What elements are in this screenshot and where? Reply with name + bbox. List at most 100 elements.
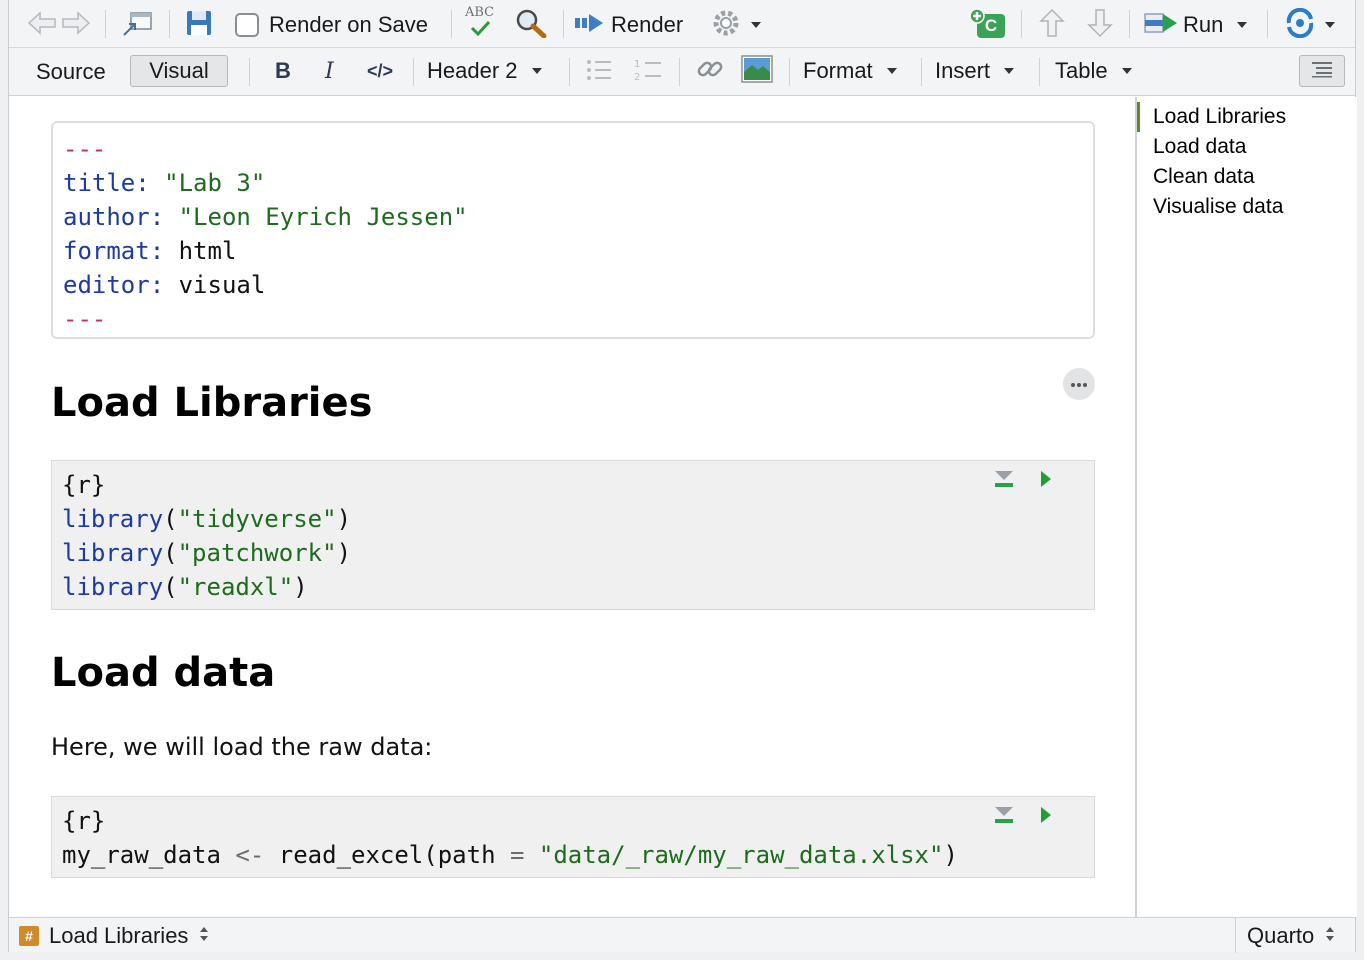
insert-chunk-icon: C [969, 8, 1007, 40]
popout-window-icon [121, 10, 153, 43]
render-button[interactable]: Render [573, 10, 683, 40]
code-line: library("tidyverse") [62, 505, 352, 533]
chevron-down-icon [1325, 22, 1335, 28]
code-line: library("patchwork") [62, 539, 352, 567]
run-previous-chunks-button[interactable] [993, 470, 1015, 492]
outline-item-load-libraries[interactable]: Load Libraries [1137, 102, 1357, 132]
numbered-list-icon: 12 [633, 57, 663, 88]
insert-link-button[interactable] [695, 56, 725, 86]
heading-select-value: Header 2 [427, 58, 518, 83]
chevron-down-icon [1004, 68, 1015, 74]
code-button[interactable]: </> [367, 56, 393, 86]
outline-toggle-button[interactable] [1299, 55, 1345, 87]
outline-item-visualise-data[interactable]: Visualise data [1137, 192, 1357, 222]
chevron-down-icon [1121, 68, 1132, 74]
run-chunk-button[interactable] [1039, 806, 1053, 828]
yaml-editor-line: editor: visual [63, 271, 266, 299]
more-dots-icon [1070, 375, 1088, 393]
forward-button[interactable] [61, 10, 91, 41]
section-navigator[interactable]: # Load Libraries [19, 923, 210, 948]
insert-chunk-button[interactable]: C [969, 8, 1007, 40]
spellcheck-button[interactable]: ABC [465, 6, 494, 42]
publish-button[interactable] [1283, 7, 1335, 43]
forward-arrow-icon [61, 10, 91, 41]
italic-button[interactable]: I [325, 56, 334, 86]
play-icon [1039, 805, 1053, 830]
insert-menu[interactable]: Insert [935, 56, 1015, 86]
main-toolbar: Render on Save ABC Render C Run [9, 0, 1355, 48]
run-label: Run [1183, 12, 1224, 37]
svg-text:1: 1 [634, 59, 640, 70]
heading-select[interactable]: Header 2 [427, 56, 542, 86]
run-chunk-button[interactable] [1039, 470, 1053, 492]
yaml-format-line: format: html [63, 237, 237, 265]
back-arrow-icon [27, 10, 57, 41]
render-label: Render [611, 12, 684, 37]
code-chunk[interactable]: {r} my_raw_data <- read_excel(path = "dat… [51, 796, 1095, 878]
render-on-save-label: Render on Save [269, 12, 428, 37]
spellcheck-icon: ABC [465, 6, 494, 36]
render-options-button[interactable] [711, 10, 761, 40]
yaml-title-line: title: "Lab 3" [63, 169, 266, 197]
updown-chevron-icon [1324, 925, 1336, 948]
source-mode-button[interactable]: Source [36, 58, 106, 86]
link-icon [695, 54, 725, 89]
current-section-label: Load Libraries [49, 923, 189, 948]
publish-icon [1283, 7, 1317, 43]
section-options-button[interactable] [1063, 368, 1095, 400]
visual-mode-button[interactable]: Visual [130, 55, 228, 87]
chevron-down-icon [531, 68, 542, 74]
arrow-down-icon [1087, 8, 1113, 43]
find-replace-button[interactable] [515, 8, 547, 43]
insert-image-button[interactable] [741, 54, 773, 88]
yaml-author-line: author: "Leon Eyrich Jessen" [63, 203, 468, 231]
paragraph[interactable]: Here, we will load the raw data: [51, 733, 432, 761]
heading-load-libraries[interactable]: Load Libraries [51, 380, 372, 426]
chunk-header: {r} [62, 807, 106, 835]
insert-menu-label: Insert [935, 58, 991, 83]
document-outline: Load Libraries Load data Clean data Visu… [1135, 97, 1357, 917]
save-disk-icon [185, 8, 213, 43]
play-icon [1039, 469, 1053, 494]
yaml-delimiter: --- [63, 135, 107, 163]
bullet-list-icon [585, 58, 613, 87]
chevron-down-icon [751, 22, 761, 28]
format-menu[interactable]: Format [803, 56, 897, 86]
updown-chevron-icon [198, 925, 210, 948]
table-menu[interactable]: Table [1055, 56, 1132, 86]
show-in-window-button[interactable] [121, 10, 153, 43]
run-arrow-icon [1143, 10, 1179, 41]
outline-item-load-data[interactable]: Load data [1137, 132, 1357, 162]
arrow-up-icon [1039, 8, 1065, 43]
code-chunk[interactable]: {r} library("tidyverse") library("patchwor… [51, 460, 1095, 610]
visual-editor[interactable]: --- title: "Lab 3" author: "Leon Eyrich Je… [9, 97, 1135, 917]
bold-button[interactable]: B [275, 56, 291, 86]
svg-text:2: 2 [634, 72, 640, 83]
previous-chunk-button[interactable] [1039, 8, 1065, 43]
chunk-header: {r} [62, 471, 106, 499]
image-icon [741, 54, 773, 88]
run-button[interactable]: Run [1143, 10, 1248, 41]
chevron-down-icon [1237, 22, 1248, 28]
save-button[interactable] [185, 10, 213, 40]
file-type-label: Quarto [1247, 923, 1315, 948]
bullet-list-button[interactable] [585, 58, 613, 86]
yaml-delimiter: --- [63, 305, 107, 333]
next-chunk-button[interactable] [1087, 8, 1113, 43]
code-line: my_raw_data <- read_excel(path = "data/_… [62, 841, 958, 869]
outline-item-clean-data[interactable]: Clean data [1137, 162, 1357, 192]
checkbox-box[interactable] [235, 13, 259, 37]
outline-icon [1310, 60, 1334, 83]
table-menu-label: Table [1055, 58, 1108, 83]
render-on-save-checkbox[interactable]: Render on Save [235, 10, 428, 40]
back-button[interactable] [27, 10, 57, 41]
file-type-selector[interactable]: Quarto [1247, 923, 1336, 948]
yaml-front-matter[interactable]: --- title: "Lab 3" author: "Leon Eyrich Je… [51, 121, 1095, 339]
magnifier-icon [515, 8, 547, 43]
numbered-list-button[interactable]: 12 [633, 58, 663, 86]
run-above-icon [993, 805, 1015, 830]
run-previous-chunks-button[interactable] [993, 806, 1015, 828]
status-bar: # Load Libraries Quarto [9, 917, 1355, 953]
heading-load-data[interactable]: Load data [51, 650, 275, 696]
editor-window: Render on Save ABC Render C Run Source V… [8, 0, 1357, 953]
